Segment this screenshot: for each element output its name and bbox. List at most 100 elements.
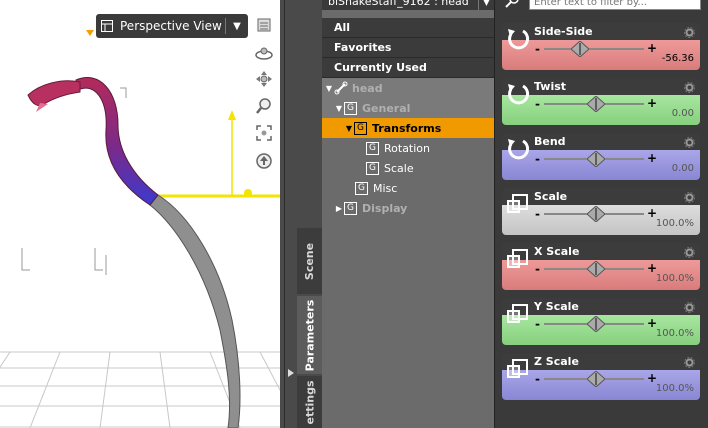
parameter-header: Z Scale	[502, 353, 700, 370]
chevron-down-icon[interactable]: ▼	[226, 21, 248, 32]
tree-item-label: Misc	[373, 181, 398, 195]
tree-item-label: head	[352, 81, 383, 95]
viewport-marker-icon	[86, 30, 94, 36]
parameter-header: Bend	[502, 133, 700, 150]
slider-knob[interactable]	[570, 40, 590, 58]
parameter-value[interactable]: 100.0%	[656, 328, 694, 339]
search-icon	[503, 0, 521, 8]
parameter-value[interactable]: -56.36	[662, 53, 694, 64]
increment-button[interactable]: +	[647, 151, 657, 165]
decrement-button[interactable]: -	[535, 97, 540, 111]
reset-view-icon[interactable]	[252, 150, 276, 172]
slider-knob[interactable]	[586, 315, 606, 333]
tree-item-scale[interactable]: G Scale	[322, 158, 494, 178]
increment-button[interactable]: +	[647, 41, 657, 55]
slider-knob[interactable]	[586, 370, 606, 388]
tree-item-misc[interactable]: G Misc	[322, 178, 494, 198]
tab-scene[interactable]: Scene	[297, 228, 322, 294]
decrement-button[interactable]: -	[535, 207, 540, 221]
parameter-slider-side-side[interactable]: Side-Side - + -56.36	[502, 23, 700, 70]
gear-icon[interactable]	[684, 356, 695, 368]
parameter-value[interactable]: 0.00	[672, 163, 694, 174]
collapsed-arrow-icon[interactable]: ▶	[334, 204, 344, 213]
filter-favorites[interactable]: Favorites	[322, 38, 494, 58]
tree-item-head[interactable]: ▼ head	[322, 78, 494, 98]
filter-all[interactable]: All	[322, 18, 494, 38]
parameter-slider-twist[interactable]: Twist - +0.00	[502, 78, 700, 125]
parameter-slider-z-scale[interactable]: Z Scale - +100.0%	[502, 353, 700, 400]
parameter-body: - +0.00	[502, 139, 700, 180]
gear-icon[interactable]	[684, 301, 695, 313]
decrement-button[interactable]: -	[535, 42, 540, 56]
view-selector-label: Perspective View	[120, 19, 222, 33]
tree-item-label: Display	[362, 201, 408, 215]
tree-item-label: Rotation	[384, 141, 431, 155]
slider-knob[interactable]	[586, 150, 606, 168]
slider-knob[interactable]	[586, 95, 606, 113]
viewport-scene[interactable]	[0, 0, 283, 428]
zoom-icon[interactable]	[252, 95, 276, 117]
gear-icon[interactable]	[684, 136, 695, 148]
gear-icon[interactable]	[684, 191, 695, 203]
viewport-menu-icon[interactable]	[252, 14, 276, 36]
tab-settings[interactable]: ettings	[297, 376, 322, 428]
parameter-label: Bend	[534, 135, 566, 148]
parameter-slider-y-scale[interactable]: Y Scale - +100.0%	[502, 298, 700, 345]
decrement-button[interactable]: -	[535, 152, 540, 166]
ground-grid	[0, 351, 283, 428]
parameter-header: X Scale	[502, 243, 700, 260]
tree-item-label: General	[362, 101, 411, 115]
parameter-value[interactable]: 100.0%	[656, 218, 694, 229]
node-selector-label: biShakeStaff_9162 : head	[328, 0, 469, 8]
parameter-value[interactable]: 100.0%	[656, 273, 694, 284]
parameters-panel: Side-Side - + -56.36 Twist - +0.00 Bend - +0.00 Sc…	[494, 0, 708, 428]
tree-item-display[interactable]: ▶ G Display	[322, 198, 494, 218]
parameter-header: Scale	[502, 188, 700, 205]
parameter-body: - +100.0%	[502, 249, 700, 290]
slider-knob[interactable]	[586, 260, 606, 278]
frame-icon[interactable]	[252, 122, 276, 144]
property-group-tree: biShakeStaff_9162 : head ▼ All Favorites…	[322, 0, 494, 428]
viewport-layout-icon	[96, 20, 118, 32]
tab-parameters-label: Parameters	[303, 299, 316, 371]
snake-head[interactable]	[27, 80, 81, 107]
snake-neck[interactable]	[75, 77, 159, 206]
expand-arrow-icon[interactable]: ▼	[344, 124, 354, 133]
decrement-button[interactable]: -	[535, 262, 540, 276]
gear-icon[interactable]	[684, 26, 695, 38]
parameter-slider-bend[interactable]: Bend - +0.00	[502, 133, 700, 180]
view-selector[interactable]: Perspective View ▼	[96, 14, 248, 38]
gear-icon[interactable]	[684, 246, 695, 258]
increment-button[interactable]: +	[647, 96, 657, 110]
parameter-slider-x-scale[interactable]: X Scale - +100.0%	[502, 243, 700, 290]
chevron-down-icon[interactable]: ▼	[478, 0, 494, 10]
decrement-button[interactable]: -	[535, 372, 540, 386]
pan-icon[interactable]	[252, 68, 276, 90]
node-selector[interactable]: biShakeStaff_9162 : head ▼	[322, 0, 494, 10]
orbit-icon[interactable]	[252, 42, 276, 64]
tree-item-transforms[interactable]: ▼ G Transforms	[322, 118, 494, 138]
gear-icon[interactable]	[684, 81, 695, 93]
bone-icon	[334, 81, 352, 95]
parameter-header: Twist	[502, 78, 700, 95]
slider-knob[interactable]	[586, 205, 606, 223]
tree-item-rotation[interactable]: G Rotation	[322, 138, 494, 158]
parameter-slider-scale[interactable]: Scale - +100.0%	[502, 188, 700, 235]
parameter-value[interactable]: 100.0%	[656, 383, 694, 394]
tab-parameters[interactable]: Parameters	[297, 296, 322, 374]
slider-track[interactable]	[544, 48, 644, 50]
scale-icon	[505, 246, 531, 272]
search-input[interactable]	[529, 0, 701, 10]
tree-item-general[interactable]: ▼ G General	[322, 98, 494, 118]
parameter-label: Z Scale	[534, 355, 579, 368]
parameter-value[interactable]: 0.00	[672, 108, 694, 119]
decrement-button[interactable]: -	[535, 317, 540, 331]
expand-arrow-icon[interactable]: ▼	[334, 104, 344, 113]
parameter-body: - +100.0%	[502, 359, 700, 400]
filter-currently-used[interactable]: Currently Used	[322, 58, 494, 78]
3d-viewport[interactable]: Perspective View ▼	[0, 0, 283, 428]
group-icon: G	[366, 141, 379, 155]
group-icon: G	[344, 101, 357, 115]
collapse-arrow-icon[interactable]	[288, 369, 294, 377]
expand-arrow-icon[interactable]: ▼	[324, 84, 334, 93]
